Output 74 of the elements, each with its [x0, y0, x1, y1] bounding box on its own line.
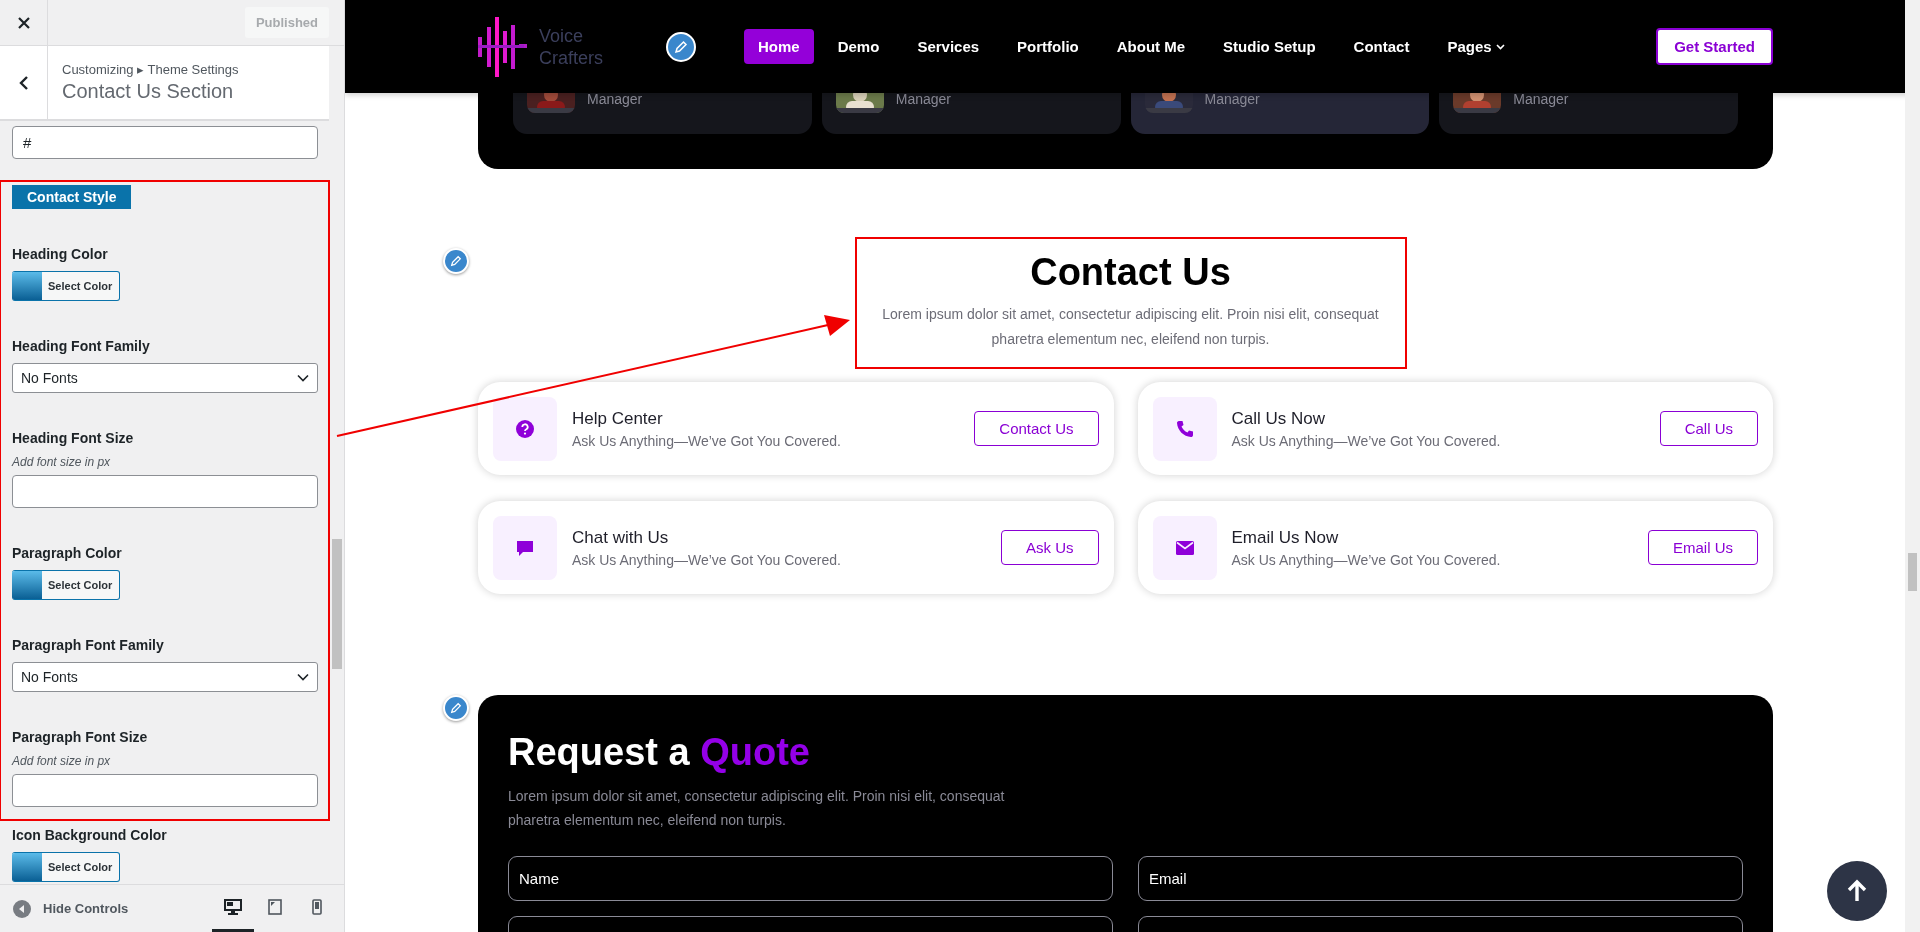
chevron-down-icon — [297, 374, 309, 382]
chevron-down-icon — [297, 673, 309, 681]
card-title: Call Us Now — [1231, 408, 1327, 429]
breadcrumb: Customizing ▸ Theme Settings — [62, 62, 239, 77]
team-role: Manager — [1204, 93, 1260, 107]
section-heading: Contact Style — [12, 185, 132, 209]
control-label: Heading Color — [12, 246, 108, 262]
control-label: Paragraph Font Family — [12, 637, 164, 653]
nav-link[interactable]: Pages — [1433, 29, 1519, 64]
team-role: Manager — [1513, 93, 1569, 107]
mobile-icon — [312, 899, 322, 915]
get-started-button[interactable]: Get Started — [1656, 28, 1773, 65]
mail-icon — [1175, 540, 1194, 555]
contact-button[interactable]: Email Us — [1648, 530, 1758, 565]
nav-link[interactable]: Contact — [1339, 29, 1424, 64]
close-icon — [17, 16, 30, 29]
font-size-field[interactable] — [12, 475, 318, 508]
contact-button[interactable]: Call Us — [1659, 411, 1758, 446]
team-role: Manager — [895, 93, 951, 107]
tablet-icon — [268, 899, 282, 915]
color-picker-button[interactable]: Select Color — [12, 570, 121, 600]
team-card[interactable]: Manager — [513, 93, 812, 134]
input-field[interactable]: Name — [508, 856, 1113, 901]
nav-link[interactable]: Services — [903, 29, 994, 64]
nav-link[interactable]: Portfolio — [1003, 29, 1093, 64]
team-role: Manager — [587, 93, 643, 107]
card-title: Email Us Now — [1231, 527, 1340, 548]
quote-heading: Request a Quote — [508, 731, 811, 774]
scroll-to-top-button[interactable] — [1827, 861, 1887, 921]
quote-description: Lorem ipsum dolor sit amet, consectetur adipiscing elit. Proin nisi elit, consequat pharetra elementum nec, eleifend non turpis. — [508, 787, 1006, 830]
control-label: Paragraph Font Size — [12, 729, 148, 745]
team-card[interactable]: Manager — [821, 93, 1121, 134]
control-label: Heading Font Family — [12, 338, 150, 354]
nav-link[interactable]: Demo — [823, 29, 894, 64]
question-icon — [516, 419, 534, 438]
card-description: Ask Us Anything—We’ve Got You Covered. — [1231, 551, 1501, 568]
color-picker-button[interactable]: Select Color — [12, 271, 121, 301]
nav-link[interactable]: Home — [744, 29, 814, 64]
hide-controls-button[interactable]: Hide Controls — [13, 899, 129, 918]
chat-icon — [516, 538, 534, 557]
contact-heading: Contact Us — [1029, 251, 1232, 294]
field-hint: Add font size in px — [12, 754, 111, 768]
card-title: Chat with Us — [572, 527, 670, 548]
caret-icon — [1495, 43, 1505, 50]
contact-button[interactable]: Ask Us — [1001, 530, 1099, 565]
back-icon — [18, 75, 29, 90]
contact-button[interactable]: Contact Us — [974, 411, 1099, 446]
logo-icon — [478, 16, 528, 77]
nav-link[interactable]: Studio Setup — [1209, 29, 1330, 64]
font-select[interactable]: No Fonts — [12, 662, 318, 692]
font-size-field[interactable] — [12, 774, 318, 807]
font-select[interactable]: No Fonts — [12, 363, 318, 393]
nav-link[interactable]: About Me — [1102, 29, 1200, 64]
color-picker-button[interactable]: Select Color — [12, 852, 121, 882]
link-field[interactable]: # — [12, 126, 318, 159]
card-description: Ask Us Anything—We’ve Got You Covered. — [572, 551, 841, 568]
control-label: Icon Background Color — [12, 827, 167, 843]
contact-description: Lorem ipsum dolor sit amet, consectetur adipiscing elit. Proin nisi elit, consequat pharetra elementum nec, eleifend non turpis. — [881, 305, 1380, 349]
team-card[interactable]: Manager — [1439, 93, 1738, 134]
field-hint: Add font size in px — [12, 455, 111, 469]
control-label: Paragraph Color — [12, 545, 122, 561]
scrollbar[interactable] — [1905, 0, 1920, 932]
card-description: Ask Us Anything—We’ve Got You Covered. — [572, 432, 841, 449]
card-title: Help Center — [572, 408, 664, 429]
desktop-icon — [224, 899, 242, 915]
phone-icon — [1175, 419, 1194, 438]
arrow-up-icon — [1846, 879, 1868, 903]
card-description: Ask Us Anything—We’ve Got You Covered. — [1231, 432, 1501, 449]
control-label: Heading Font Size — [12, 430, 134, 446]
edit-icon[interactable] — [666, 31, 696, 62]
team-card[interactable]: Manager — [1130, 93, 1430, 134]
arrow-left-circle-icon — [13, 899, 31, 918]
section-title: Contact Us Section — [62, 80, 235, 103]
input-field[interactable]: Email — [1138, 856, 1743, 901]
